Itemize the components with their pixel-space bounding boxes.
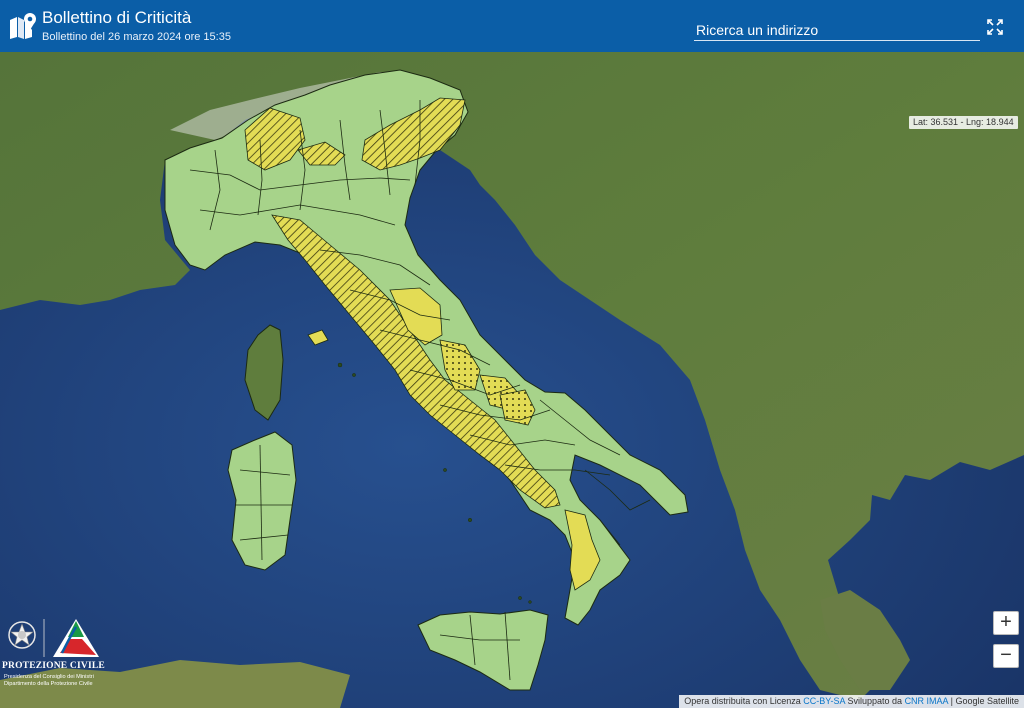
bulletin-date: Bollettino del 26 marzo 2024 ore 15:35 [42,31,231,43]
map-attribution: Opera distribuita con Licenza CC-BY-SA S… [679,695,1024,708]
satellite-map[interactable]: Lat: 36.531 - Lng: 18.944 + − [0,52,1024,708]
logo-title: PROTEZIONE CIVILE [2,661,105,671]
attribution-prefix: Opera distribuita con Licenza [684,696,801,706]
app-header: Bollettino di Criticità Bollettino del 2… [0,0,1024,52]
map-canvas [0,52,1024,708]
italian-republic-emblem-icon [8,621,36,649]
zoom-out-button[interactable]: − [993,644,1019,668]
zoom-in-button[interactable]: + [993,611,1019,635]
civil-protection-triangle-icon [53,619,99,657]
address-search-input[interactable]: Ricerca un indirizzo [694,20,980,41]
logo-subtitle-dipartimento: Dipartimento della Protezione Civile [4,681,93,687]
attribution-separator: | [950,696,953,706]
attribution-developed: Sviluppato da [847,696,903,706]
fullscreen-icon[interactable] [985,17,1005,37]
page-title: Bollettino di Criticità [42,8,192,27]
cnr-imaa-link[interactable]: CNR IMAA [905,696,949,706]
logo-subtitle-presidenza: Presidenza del Consiglio dei Ministri [4,674,94,680]
map-pin-icon [10,13,36,39]
license-link[interactable]: CC-BY-SA [803,696,845,706]
layer-name: Google Satellite [955,696,1019,706]
coordinates-readout: Lat: 36.531 - Lng: 18.944 [909,116,1018,129]
